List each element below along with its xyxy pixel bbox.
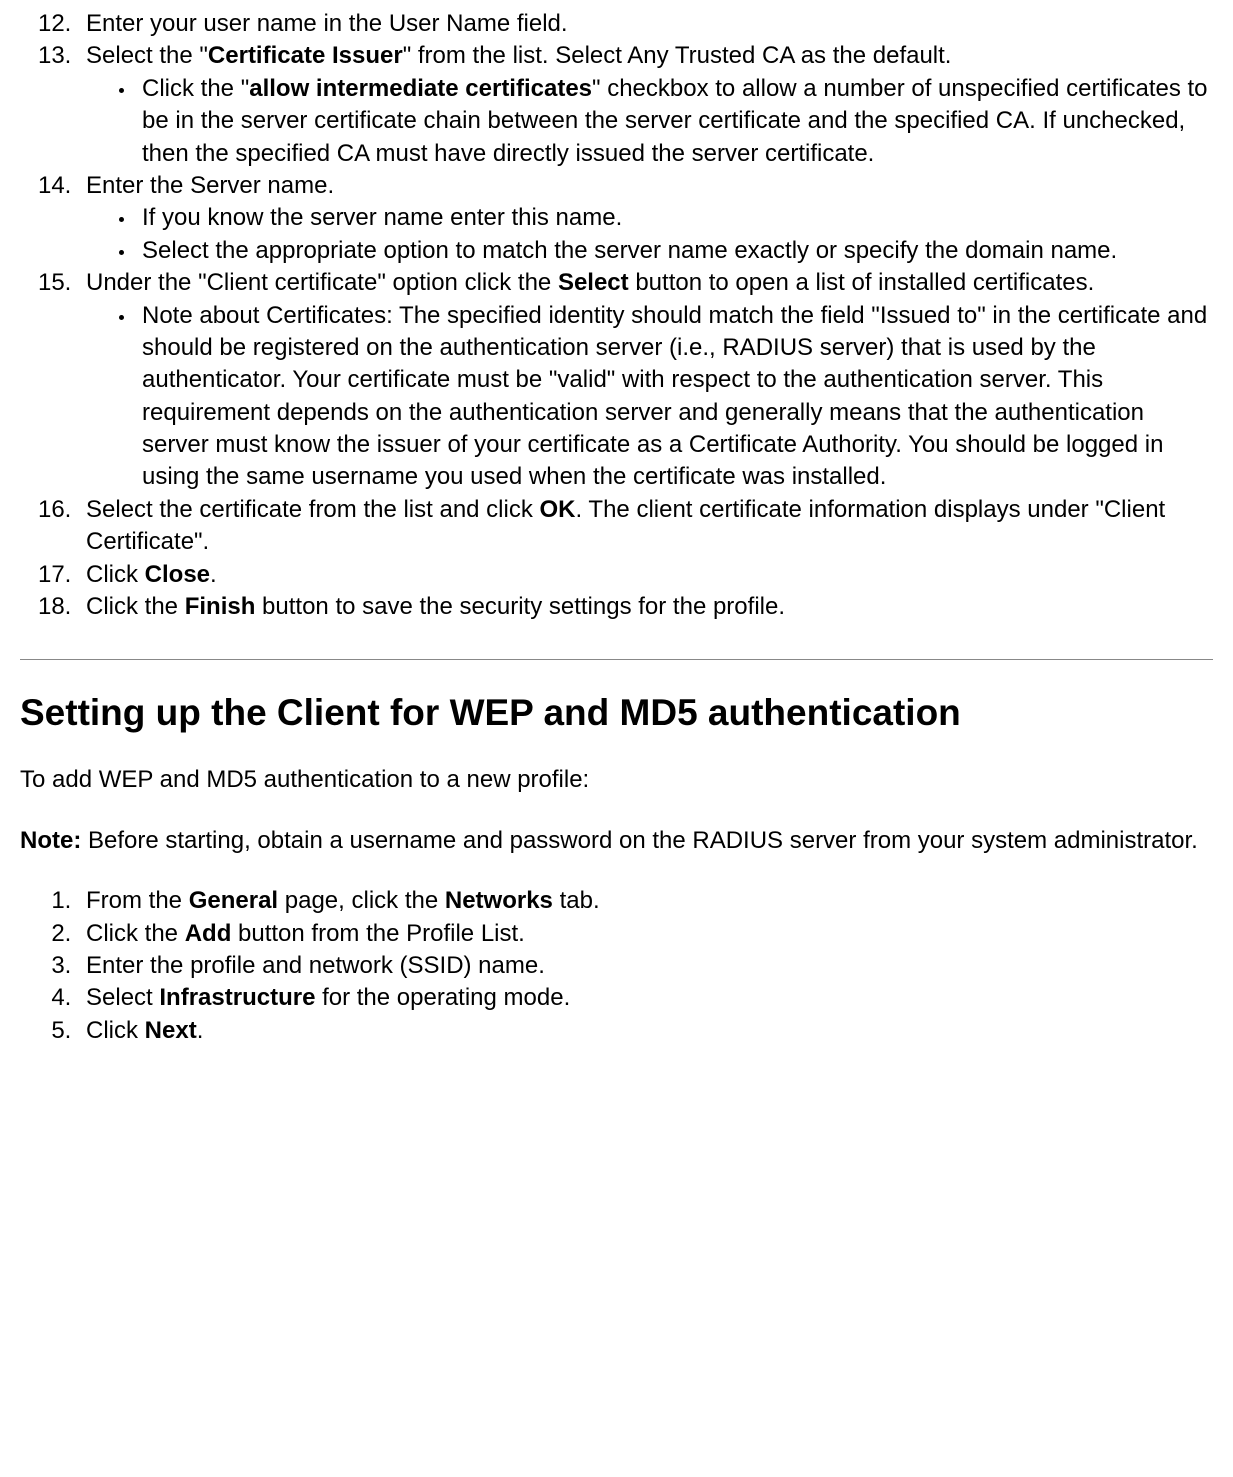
step-text: Enter your user name in the User Name fi… [86, 10, 568, 37]
sub-text: Click the "allow intermediate certificat… [142, 75, 1208, 167]
section-note: Note: Before starting, obtain a username… [20, 825, 1213, 857]
step-text: Enter the Server name. [86, 172, 334, 199]
sub-list: Click the "allow intermediate certificat… [86, 73, 1213, 170]
step-16: Select the certificate from the list and… [78, 494, 1213, 559]
step-5: Click Next. [78, 1015, 1213, 1047]
step-12: Enter your user name in the User Name fi… [78, 8, 1213, 40]
sub-text: If you know the server name enter this n… [142, 204, 622, 231]
step-17: Click Close. [78, 559, 1213, 591]
sub-item: Note about Certificates: The specified i… [136, 300, 1213, 494]
step-14: Enter the Server name. If you know the s… [78, 170, 1213, 267]
sub-text: Select the appropriate option to match t… [142, 237, 1117, 264]
step-text: Click the Finish button to save the secu… [86, 593, 785, 620]
step-15: Under the "Client certificate" option cl… [78, 267, 1213, 494]
step-3: Enter the profile and network (SSID) nam… [78, 950, 1213, 982]
step-text: Select the certificate from the list and… [86, 496, 1165, 555]
divider [20, 659, 1213, 660]
section-heading: Setting up the Client for WEP and MD5 au… [20, 688, 1213, 738]
sub-item: Click the "allow intermediate certificat… [136, 73, 1213, 170]
step-2: Click the Add button from the Profile Li… [78, 918, 1213, 950]
step-text: Select Infrastructure for the operating … [86, 984, 570, 1011]
sub-item: If you know the server name enter this n… [136, 202, 1213, 234]
sub-text: Note about Certificates: The specified i… [142, 302, 1207, 491]
step-text: Click Close. [86, 561, 217, 588]
sub-item: Select the appropriate option to match t… [136, 235, 1213, 267]
step-text: Under the "Client certificate" option cl… [86, 269, 1094, 296]
instruction-list-2: From the General page, click the Network… [20, 885, 1213, 1047]
sub-list: If you know the server name enter this n… [86, 202, 1213, 267]
step-text: Click the Add button from the Profile Li… [86, 920, 525, 947]
step-text: Select the "Certificate Issuer" from the… [86, 42, 951, 69]
note-text: Before starting, obtain a username and p… [81, 827, 1198, 854]
step-18: Click the Finish button to save the secu… [78, 591, 1213, 623]
section-intro: To add WEP and MD5 authentication to a n… [20, 764, 1213, 796]
step-text: Enter the profile and network (SSID) nam… [86, 952, 545, 979]
step-4: Select Infrastructure for the operating … [78, 982, 1213, 1014]
step-text: From the General page, click the Network… [86, 887, 600, 914]
instruction-list-1: Enter your user name in the User Name fi… [20, 8, 1213, 623]
step-1: From the General page, click the Network… [78, 885, 1213, 917]
note-label: Note: [20, 827, 81, 854]
step-13: Select the "Certificate Issuer" from the… [78, 40, 1213, 170]
step-text: Click Next. [86, 1017, 203, 1044]
sub-list: Note about Certificates: The specified i… [86, 300, 1213, 494]
